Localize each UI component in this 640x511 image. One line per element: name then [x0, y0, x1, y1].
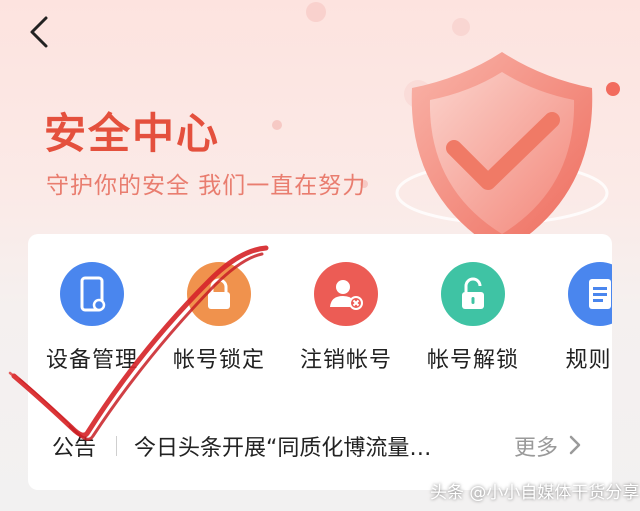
- page-title: 安全中心: [44, 109, 221, 158]
- chevron-right-icon[interactable]: [568, 434, 582, 456]
- tool-label: 注销帐号: [299, 348, 392, 373]
- device-icon: [60, 262, 124, 326]
- tool-label: 帐号锁定: [172, 348, 265, 373]
- user-remove-icon: [314, 262, 378, 326]
- announcement-label: 公告: [52, 436, 97, 461]
- security-tools-card: 设备管理 帐号锁定 注销帐号 帐号解锁 规则 公告 今日头条开展“同质化博流量……: [28, 234, 612, 490]
- lock-icon: [187, 262, 251, 326]
- shield-illustration-icon: [395, 52, 609, 253]
- unlock-icon: [441, 262, 505, 326]
- document-icon: [568, 262, 612, 326]
- announcement-row[interactable]: 公告 今日头条开展“同质化博流量… 更多: [28, 424, 612, 464]
- tool-label: 帐号解锁: [426, 348, 519, 373]
- more-link[interactable]: 更多: [514, 430, 558, 462]
- page-subtitle: 守护你的安全 我们一直在努力: [46, 173, 367, 199]
- tool-label: 设备管理: [45, 348, 138, 373]
- decor-circle: [306, 2, 326, 22]
- decor-circle: [452, 18, 470, 36]
- tool-cancel-account[interactable]: 注销帐号: [286, 262, 406, 374]
- tool-label: 规则百: [565, 348, 612, 373]
- tool-rules-center[interactable]: 规则百: [540, 262, 612, 374]
- tool-account-unlock[interactable]: 帐号解锁: [413, 262, 533, 374]
- tool-account-lock[interactable]: 帐号锁定: [159, 262, 279, 374]
- decor-circle: [272, 120, 282, 130]
- back-arrow-icon[interactable]: [22, 14, 58, 50]
- divider: [116, 436, 117, 456]
- watermark: 头条 @小小自媒体干货分享: [430, 483, 640, 503]
- tool-device-management[interactable]: 设备管理: [32, 262, 152, 374]
- announcement-text[interactable]: 今日头条开展“同质化博流量…: [134, 430, 431, 462]
